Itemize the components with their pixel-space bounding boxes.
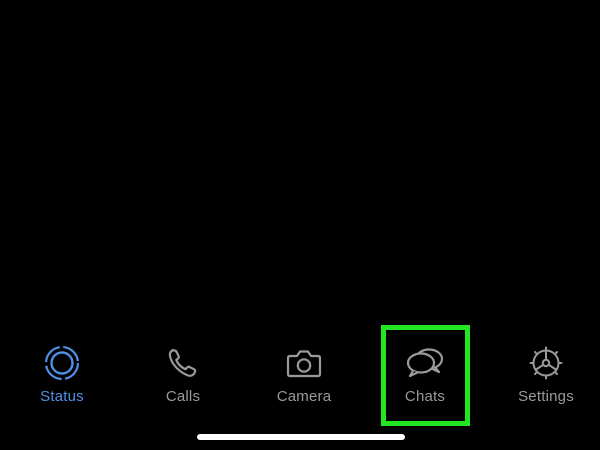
tab-calls-label: Calls	[165, 388, 201, 405]
chat-bubbles-icon	[406, 348, 444, 378]
tab-calls[interactable]: Calls	[133, 344, 233, 406]
tab-status-label: Status	[40, 388, 84, 405]
gear-icon	[529, 346, 563, 380]
tab-settings[interactable]: Settings	[496, 344, 596, 406]
tab-bar: Status Calls Camera Chats Settings	[0, 330, 600, 420]
status-ring-icon	[44, 345, 80, 381]
camera-icon	[286, 350, 322, 378]
tab-chats-label: Chats	[404, 388, 446, 405]
phone-icon	[168, 348, 197, 377]
tab-status[interactable]: Status	[12, 344, 112, 406]
tab-camera[interactable]: Camera	[254, 344, 354, 406]
home-indicator[interactable]	[197, 434, 405, 440]
tab-settings-label: Settings	[518, 388, 574, 405]
tab-chats[interactable]: Chats	[375, 344, 475, 406]
tab-camera-label: Camera	[276, 388, 332, 405]
app-screen: Status Calls Camera Chats Settings	[0, 0, 600, 450]
